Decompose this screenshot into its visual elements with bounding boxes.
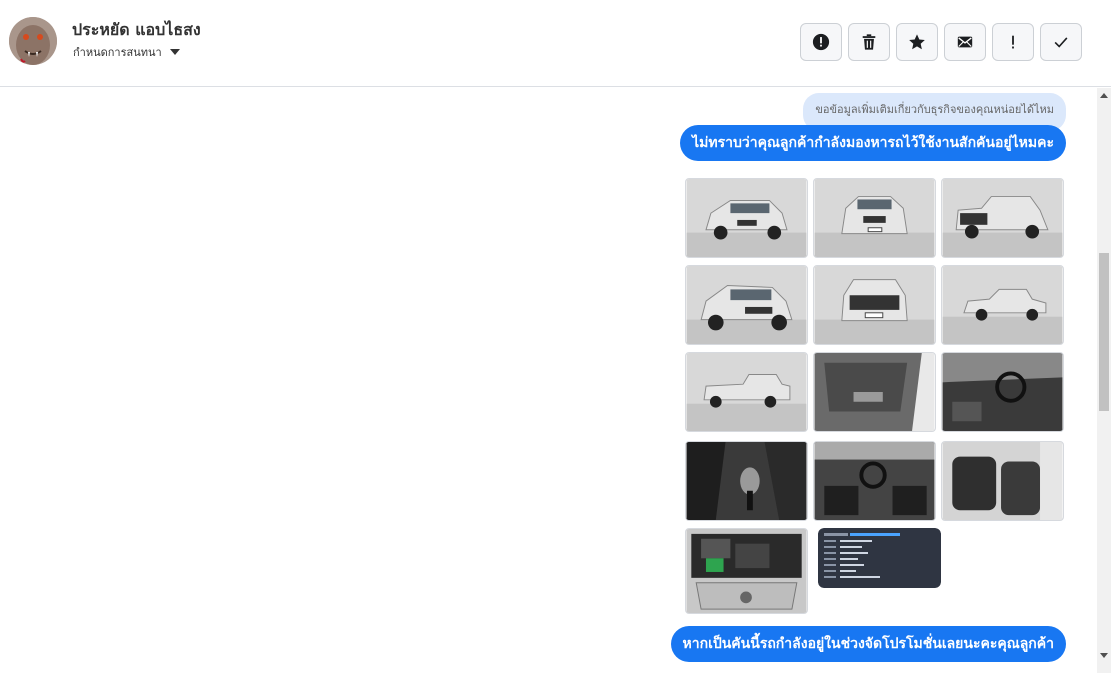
photo-spec-card[interactable] (818, 528, 941, 588)
star-button[interactable] (896, 23, 938, 61)
trash-icon (862, 34, 876, 50)
delete-button[interactable] (848, 23, 890, 61)
assign-conversation-dropdown[interactable]: กำหนดการสนทนา (73, 43, 180, 61)
photo-dashboard[interactable] (813, 441, 936, 521)
message-thread[interactable]: ขอข้อมูลเพิ่มเติมเกี่ยวกับธุรกิจของคุณหน… (0, 88, 1097, 673)
report-button[interactable] (800, 23, 842, 61)
message-bubble[interactable]: หากเป็นคันนี้รถกำลังอยู่ในช่วงจัดโปรโมชั… (670, 626, 1066, 662)
photo-car-front[interactable] (813, 178, 936, 258)
message-bubble[interactable]: ไม่ทราบว่าคุณลูกค้ากำลังมองหารถไว้ใช้งาน… (680, 125, 1066, 161)
important-button[interactable] (992, 23, 1034, 61)
scrollbar-thumb[interactable] (1099, 253, 1109, 411)
photo-car-rear[interactable] (813, 265, 936, 345)
assign-conversation-label: กำหนดการสนทนา (73, 46, 162, 59)
photo-car-side[interactable] (685, 352, 808, 432)
photo-car-front-three-quarter[interactable] (685, 178, 808, 258)
photo-car-rear-three-quarter[interactable] (941, 178, 1064, 258)
done-button[interactable] (1040, 23, 1082, 61)
photo-door-interior[interactable] (813, 352, 936, 432)
mark-unread-button[interactable] (944, 23, 986, 61)
exclamation-icon (1012, 35, 1014, 49)
mail-icon (957, 36, 973, 48)
alert-circle-icon (812, 33, 830, 51)
check-icon (1054, 37, 1068, 48)
caret-down-icon (169, 49, 180, 55)
photo-car-front-three-quarter[interactable] (685, 265, 808, 345)
conversation-header: ประหยัด แอบไธสง กำหนดการสนทนา (0, 0, 1111, 87)
photo-car-side[interactable] (941, 265, 1064, 345)
chat-scrollbar[interactable] (1097, 88, 1111, 673)
photo-gear-shift[interactable] (685, 441, 808, 521)
photo-engine-bay[interactable] (685, 528, 808, 614)
scroll-up-arrow-icon[interactable] (1100, 93, 1108, 98)
contact-name[interactable]: ประหยัด แอบไธสง (72, 18, 201, 43)
scroll-down-arrow-icon[interactable] (1100, 653, 1108, 658)
star-icon (909, 34, 925, 50)
photo-rear-seats[interactable] (941, 441, 1064, 521)
conversation-actions (800, 23, 1082, 61)
photo-dashboard[interactable] (941, 352, 1064, 432)
avatar[interactable] (9, 17, 57, 65)
